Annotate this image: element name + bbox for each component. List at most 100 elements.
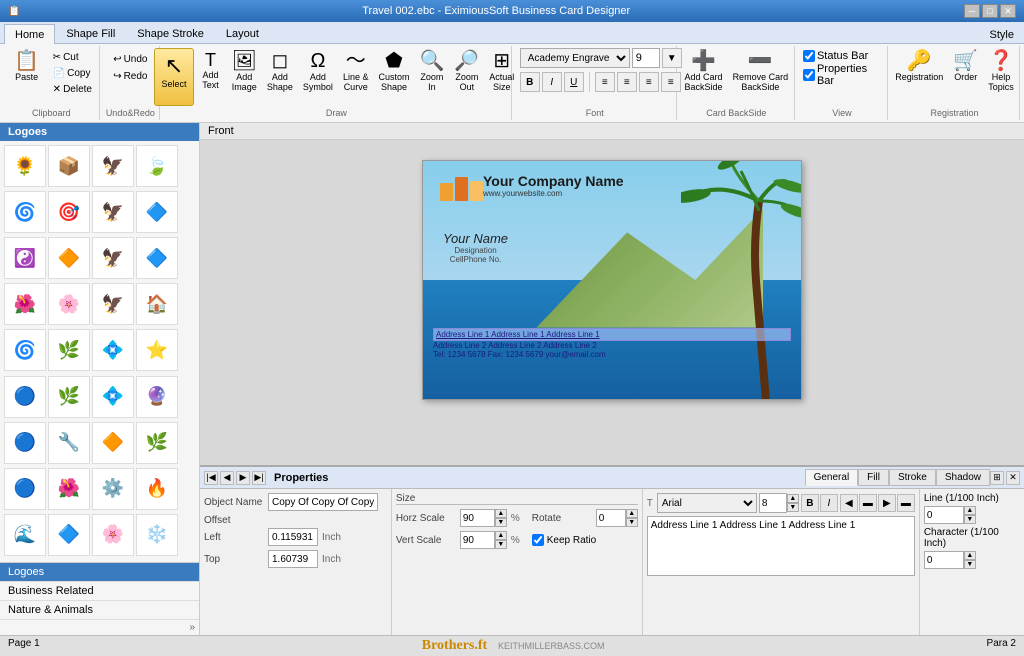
add-symbol-button[interactable]: Ω AddSymbol	[299, 48, 337, 95]
status-bar-toggle[interactable]: Status Bar	[803, 50, 868, 62]
vert-scale-up[interactable]: ▲	[495, 531, 507, 540]
font-size-up[interactable]: ▲	[787, 494, 799, 503]
help-topics-button[interactable]: ❓ HelpTopics	[984, 48, 1018, 95]
add-card-backside-button[interactable]: ➕ Add CardBackSide	[681, 48, 727, 95]
list-item[interactable]: 🔷	[48, 514, 90, 556]
char-up[interactable]: ▲	[964, 551, 976, 560]
list-item[interactable]: 🔷	[136, 191, 178, 233]
list-item[interactable]: 📦	[48, 145, 90, 187]
list-item[interactable]: 🌸	[92, 514, 134, 556]
italic-button[interactable]: I	[542, 72, 562, 92]
list-item[interactable]: 🔷	[136, 237, 178, 279]
list-item[interactable]: 🏠	[136, 283, 178, 325]
list-item[interactable]: 🦅	[92, 191, 134, 233]
font-size-input-prop[interactable]	[759, 493, 787, 513]
offset-top-input[interactable]	[268, 550, 318, 568]
prop-align-center-button[interactable]: ▬	[859, 494, 877, 512]
redo-button[interactable]: ↪ Redo	[109, 69, 151, 84]
list-item[interactable]: 🌺	[4, 283, 46, 325]
vert-scale-down[interactable]: ▼	[495, 540, 507, 549]
list-item[interactable]: ☯️	[4, 237, 46, 279]
list-item[interactable]: 🌻	[4, 145, 46, 187]
list-item[interactable]: 🔶	[48, 237, 90, 279]
tab-home[interactable]: Home	[4, 24, 55, 44]
undo-button[interactable]: ↩ Undo	[109, 52, 151, 67]
window-controls[interactable]: ─ □ ✕	[964, 4, 1016, 18]
list-item[interactable]: ⚙️	[92, 468, 134, 510]
line-curve-button[interactable]: 〜 Line &Curve	[339, 48, 373, 95]
prop-justify-button[interactable]: ▬	[897, 494, 915, 512]
properties-bar-toggle[interactable]: Properties Bar	[803, 63, 881, 87]
line-down[interactable]: ▼	[964, 515, 976, 524]
minimize-button[interactable]: ─	[964, 4, 980, 18]
delete-button[interactable]: ✕ Delete	[49, 82, 96, 97]
close-button[interactable]: ✕	[1000, 4, 1016, 18]
list-item[interactable]: 🌀	[4, 329, 46, 371]
align-left-button[interactable]: ≡	[595, 72, 615, 92]
list-item[interactable]: 🔵	[4, 376, 46, 418]
line-value-input[interactable]	[924, 506, 964, 524]
tab-fill[interactable]: Fill	[858, 469, 889, 486]
panel-float-button[interactable]: ⊞	[990, 471, 1004, 485]
rotate-input[interactable]	[596, 509, 626, 527]
list-item[interactable]: 🔶	[92, 422, 134, 464]
order-button[interactable]: 🛒 Order	[949, 48, 982, 85]
list-item[interactable]: 🔮	[136, 376, 178, 418]
paste-button[interactable]: 📋 Paste	[7, 48, 47, 85]
tab-layout[interactable]: Layout	[215, 23, 270, 43]
tab-shape-fill[interactable]: Shape Fill	[55, 23, 126, 43]
style-dropdown[interactable]: Style	[980, 27, 1024, 43]
list-item[interactable]: 💠	[92, 376, 134, 418]
list-item[interactable]: 🔵	[4, 422, 46, 464]
font-size-down[interactable]: ▼	[787, 503, 799, 512]
sidebar-item-business-related[interactable]: Business Related	[0, 582, 199, 601]
panel-close-button[interactable]: ✕	[1006, 471, 1020, 485]
expand-arrow[interactable]: »	[0, 620, 199, 635]
list-item[interactable]: 💠	[92, 329, 134, 371]
list-item[interactable]: 🔵	[4, 468, 46, 510]
list-item[interactable]: 🌊	[4, 514, 46, 556]
select-button[interactable]: ↖ Select	[154, 48, 193, 106]
list-item[interactable]: 🔥	[136, 468, 178, 510]
tab-stroke[interactable]: Stroke	[889, 469, 936, 486]
nav-prev-button[interactable]: ◀	[220, 471, 234, 485]
list-item[interactable]: ❄️	[136, 514, 178, 556]
tab-shape-stroke[interactable]: Shape Stroke	[126, 23, 215, 43]
zoom-in-button[interactable]: 🔍 ZoomIn	[415, 48, 448, 95]
zoom-out-button[interactable]: 🔎 ZoomOut	[450, 48, 483, 95]
status-bar-checkbox[interactable]	[803, 50, 815, 62]
prop-italic-button[interactable]: I	[820, 494, 838, 512]
copy-button[interactable]: 📄 Copy	[49, 66, 96, 81]
line-up[interactable]: ▲	[964, 506, 976, 515]
prop-bold-button[interactable]: B	[801, 494, 819, 512]
list-item[interactable]: 🦅	[92, 283, 134, 325]
custom-shape-button[interactable]: ⬟ CustomShape	[374, 48, 413, 95]
list-item[interactable]: 🍃	[136, 145, 178, 187]
sidebar-item-nature-animals[interactable]: Nature & Animals	[0, 601, 199, 620]
tab-shadow[interactable]: Shadow	[936, 469, 990, 486]
business-card[interactable]: Your Company Name www.yourwebsite.com Yo…	[422, 160, 802, 400]
add-image-button[interactable]: 🖼 AddImage	[228, 48, 261, 95]
prop-align-left-button[interactable]: ◀	[840, 494, 858, 512]
registration-button[interactable]: 🔑 Registration	[891, 48, 947, 85]
char-value-input[interactable]	[924, 551, 964, 569]
nav-next-button[interactable]: ▶	[236, 471, 250, 485]
tab-general[interactable]: General	[805, 469, 859, 486]
font-name-select-prop[interactable]: Arial	[657, 493, 757, 513]
offset-left-input[interactable]	[268, 528, 318, 546]
list-item[interactable]: 🌺	[48, 468, 90, 510]
bold-button[interactable]: B	[520, 72, 540, 92]
underline-button[interactable]: U	[564, 72, 584, 92]
font-size-input[interactable]	[632, 48, 660, 68]
list-item[interactable]: ⭐	[136, 329, 178, 371]
horz-scale-up[interactable]: ▲	[495, 509, 507, 518]
align-center-button[interactable]: ≡	[617, 72, 637, 92]
list-item[interactable]: 🦅	[92, 237, 134, 279]
text-preview-area[interactable]: Address Line 1 Address Line 1 Address Li…	[647, 516, 915, 576]
char-down[interactable]: ▼	[964, 560, 976, 569]
add-text-button[interactable]: T AddText	[196, 48, 226, 93]
maximize-button[interactable]: □	[982, 4, 998, 18]
remove-card-backside-button[interactable]: ➖ Remove CardBackSide	[729, 48, 793, 95]
nav-last-button[interactable]: ▶|	[252, 471, 266, 485]
sidebar-item-logoes[interactable]: Logoes	[0, 563, 199, 582]
